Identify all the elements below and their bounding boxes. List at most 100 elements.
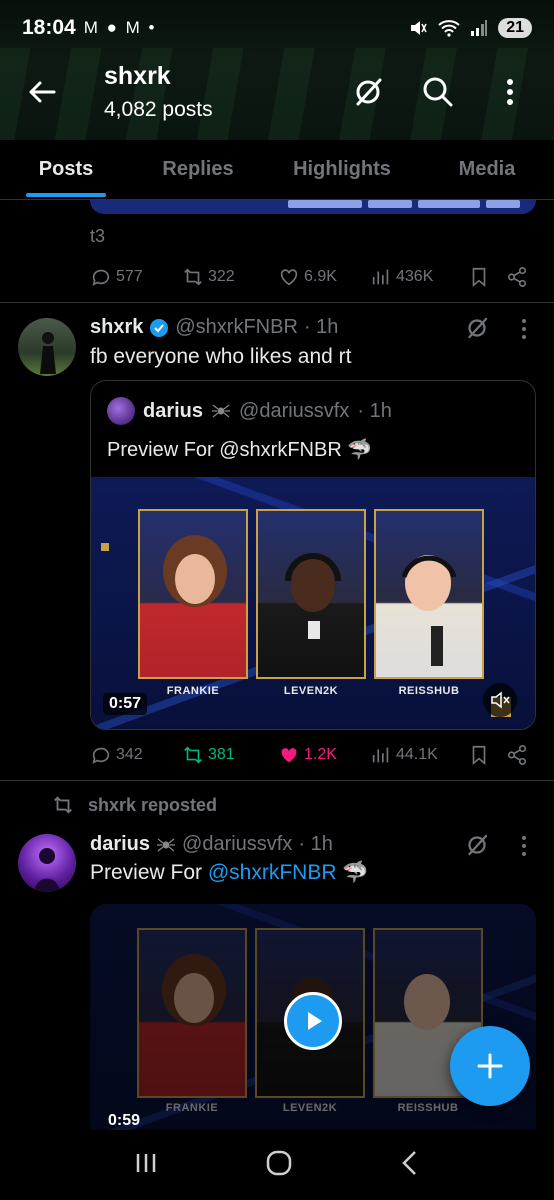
tab-replies[interactable]: Replies: [132, 140, 264, 199]
more-vertical-icon: [507, 79, 513, 105]
quote-avatar[interactable]: [107, 397, 135, 425]
avatar[interactable]: [18, 834, 76, 892]
view-count: 436K: [396, 268, 434, 285]
play-button[interactable]: [284, 992, 342, 1050]
author-name[interactable]: shxrk: [90, 316, 143, 339]
more-options-button[interactable]: [488, 70, 532, 114]
tab-posts[interactable]: Posts: [0, 140, 132, 199]
battery-indicator: 21: [498, 18, 532, 38]
tab-highlights[interactable]: Highlights: [264, 140, 420, 199]
reply-icon: [92, 747, 110, 764]
back-button[interactable]: [22, 72, 62, 112]
views-icon: [372, 269, 389, 285]
person-frankie: [163, 535, 227, 607]
back-nav-button[interactable]: [399, 1149, 421, 1182]
recent-apps-button[interactable]: [133, 1150, 159, 1181]
back-arrow-icon: [29, 81, 56, 103]
post-time: · 1h: [303, 316, 339, 338]
reply-button[interactable]: 577: [90, 266, 182, 288]
cam-label: LEVEN2K: [282, 1102, 338, 1114]
repost-count: 381: [208, 746, 235, 763]
heart-filled-icon: [281, 748, 297, 763]
wifi-icon: [438, 20, 460, 37]
author-name[interactable]: darius: [90, 833, 150, 856]
home-button[interactable]: [265, 1149, 293, 1182]
bookmark-button[interactable]: [468, 744, 506, 766]
post-text: fb everyone who likes and rt: [90, 345, 352, 368]
video-duration: 0:59: [108, 1112, 141, 1129]
author-handle: @dariussvfx: [182, 833, 293, 855]
repost-button[interactable]: 322: [182, 266, 278, 288]
compose-button[interactable]: [450, 1026, 530, 1106]
repost-count: 322: [208, 268, 235, 285]
person-frankie: [162, 954, 226, 1026]
repost-icon: [184, 268, 202, 286]
spider-icon: [212, 404, 231, 418]
heart-icon: [280, 269, 298, 286]
like-button[interactable]: 6.9K: [278, 266, 370, 288]
home-icon: [266, 1150, 292, 1175]
grok-post-button[interactable]: [462, 313, 492, 343]
share-icon: [507, 267, 527, 287]
status-time: 18:04: [22, 16, 76, 39]
camera-frame-frankie: [138, 509, 248, 679]
quoted-post[interactable]: darius @dariussvfx · 1h Preview For @shx…: [90, 380, 536, 730]
recent-apps-icon: [136, 1153, 156, 1172]
grok-button[interactable]: [346, 70, 390, 114]
previous-post-media[interactable]: [90, 200, 536, 214]
cam-label: REISSHUB: [397, 1102, 459, 1114]
grok-icon: [356, 78, 382, 106]
repost-button[interactable]: 381: [182, 744, 278, 766]
quote-text: Preview For @shxrkFNBR 🦈: [107, 437, 372, 462]
mute-status-icon: [411, 21, 427, 35]
notification-icons: M ● M •: [83, 18, 157, 37]
repost-indicator: shxrk reposted: [52, 794, 217, 816]
post-more-button[interactable]: [514, 835, 534, 865]
bookmark-icon: [472, 745, 486, 766]
tab-media[interactable]: Media: [420, 140, 554, 199]
avatar-image: [40, 332, 56, 374]
quote-header: darius @dariussvfx · 1h: [107, 397, 392, 425]
repost-icon: [184, 746, 202, 764]
profile-name: shxrk: [104, 62, 171, 90]
reply-icon: [92, 269, 110, 286]
play-icon: [308, 1012, 322, 1030]
mention-link[interactable]: @shxrkFNBR: [208, 861, 337, 884]
avatar[interactable]: [18, 318, 76, 376]
views-button[interactable]: 44.1K: [370, 744, 468, 766]
cam-label: LEVEN2K: [283, 685, 339, 697]
share-button[interactable]: [506, 266, 528, 288]
more-vertical-icon: [522, 319, 526, 339]
more-vertical-icon: [522, 836, 526, 856]
grok-post-button[interactable]: [462, 830, 492, 860]
search-button[interactable]: [416, 70, 460, 114]
repost-icon: [54, 796, 72, 814]
like-button[interactable]: 1.2K: [278, 744, 370, 766]
bookmark-button[interactable]: [468, 266, 506, 288]
share-button[interactable]: [506, 744, 528, 766]
media-overlay-buttons: [90, 200, 536, 208]
signal-icon: [471, 20, 488, 36]
post-more-button[interactable]: [514, 318, 534, 348]
avatar-image: [34, 848, 60, 892]
grok-icon: [468, 317, 488, 339]
video-duration: 0:57: [103, 693, 148, 715]
profile-tabs: Posts Replies Highlights Media: [0, 140, 554, 200]
camera-frame-leven2k: [256, 509, 366, 679]
status-bar: 18:04 M ● M • 21: [0, 0, 554, 56]
person-leven2k: [285, 553, 341, 639]
grok-icon: [468, 834, 488, 856]
cam-label: FRANKIE: [166, 685, 220, 697]
system-nav-bar: [0, 1130, 554, 1200]
back-chevron-icon: [402, 1150, 416, 1175]
post-text-body: Preview For: [90, 861, 208, 884]
quote-text-body: Preview For @shxrkFNBR: [107, 439, 342, 461]
mute-button[interactable]: [483, 683, 517, 717]
reply-button[interactable]: 342: [90, 744, 182, 766]
views-button[interactable]: 436K: [370, 266, 468, 288]
repost-label[interactable]: shxrk reposted: [88, 795, 217, 816]
post-time: · 1h: [298, 833, 333, 855]
quote-video[interactable]: FRANKIE LEVEN2K REISSHUB 0:57: [91, 477, 535, 729]
post-actions: 342 381 1.2K 44.1K: [90, 740, 530, 770]
plus-icon: [477, 1053, 503, 1079]
